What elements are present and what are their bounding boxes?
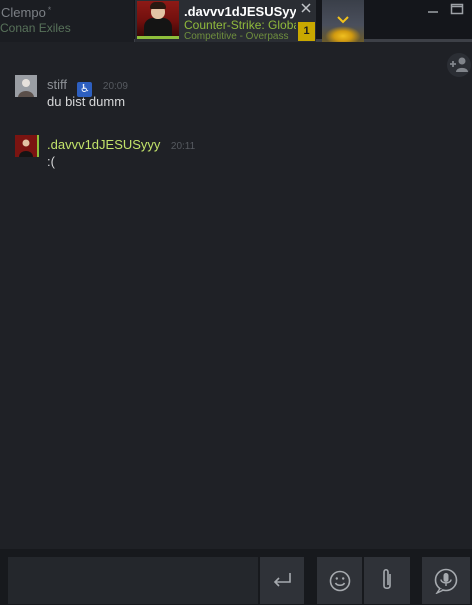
attach-file-button[interactable] <box>364 557 410 604</box>
avatar[interactable] <box>15 75 37 97</box>
tab-game-detail: Competitive - Overpass <box>184 31 289 42</box>
unread-badge: 1 <box>298 22 315 41</box>
tab-status-mark: * <box>47 5 52 15</box>
avatar[interactable] <box>15 135 37 157</box>
tab-strip: Clempo * Conan Exiles .davvv1dJESUSyyy Co… <box>0 0 472 42</box>
message-composer <box>0 549 472 605</box>
chat-tab-clempo[interactable]: Clempo * Conan Exiles <box>0 0 134 42</box>
tab-game-name: Conan Exiles <box>0 21 71 35</box>
minimize-icon[interactable] <box>424 2 442 16</box>
chat-window: Clempo * Conan Exiles .davvv1dJESUSyyy Co… <box>0 0 472 605</box>
message-timestamp: 20:11 <box>170 141 196 152</box>
emoji-button[interactable] <box>317 557 362 604</box>
close-icon[interactable] <box>299 1 313 15</box>
add-friend-button[interactable] <box>447 53 471 77</box>
maximize-icon[interactable] <box>448 2 466 16</box>
tab-friend-name: .davvv1dJESUSyyy <box>184 4 296 19</box>
chevron-down-icon <box>337 16 349 24</box>
ingame-indicator <box>37 135 39 157</box>
message-sender[interactable]: stiff <box>47 77 67 92</box>
emoji-icon <box>329 570 351 592</box>
message-timestamp: 20:09 <box>102 81 128 92</box>
chat-tab-davvv1djesusyyy[interactable]: .davvv1dJESUSyyy Counter-Strike: Global … <box>135 0 316 42</box>
ingame-indicator <box>137 36 179 39</box>
tab-avatar <box>137 1 179 39</box>
voice-icon <box>434 568 458 594</box>
add-person-icon <box>450 57 468 72</box>
send-button[interactable] <box>260 557 304 604</box>
message-text: du bist dumm <box>47 94 126 109</box>
tab-list-dropdown-button[interactable] <box>322 0 364 42</box>
message-text: :( <box>47 154 55 169</box>
send-enter-icon <box>273 573 291 587</box>
message-sender[interactable]: .davvv1dJESUSyyy <box>47 137 160 152</box>
voice-chat-button[interactable] <box>422 557 470 604</box>
paperclip-icon <box>383 568 391 590</box>
message-input[interactable] <box>8 557 258 604</box>
tab-game-name: Counter-Strike: Global Offensive <box>184 18 296 32</box>
tab-friend-name: Clempo * <box>1 5 52 20</box>
chat-log[interactable]: stiff ♿ 20:09 du bist dumm .davvv1dJESUS… <box>0 45 472 549</box>
